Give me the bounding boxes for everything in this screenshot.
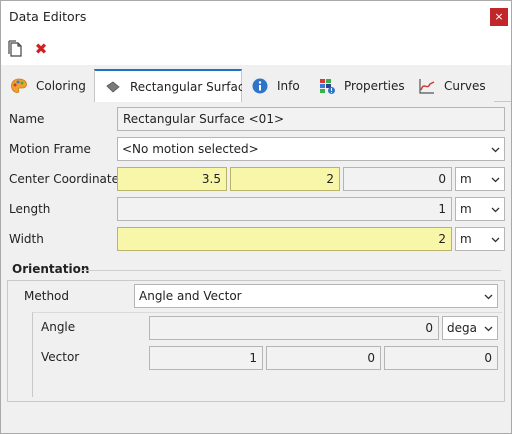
curves-icon (418, 77, 436, 95)
rectangular-surface-form: Name Rectangular Surface <01> Motion Fra… (1, 102, 511, 433)
chevron-down-icon (491, 177, 500, 183)
method-label: Method (24, 289, 70, 303)
data-editors-window: Data Editors × ✖ Coloring Rectangular Su… (0, 0, 512, 434)
tab-curves[interactable]: Curves (409, 69, 494, 102)
info-icon (251, 77, 269, 95)
motion-frame-label: Motion Frame (9, 142, 91, 156)
toolbar: ✖ (1, 33, 511, 65)
delete-icon[interactable]: ✖ (31, 39, 51, 59)
angle-unit-dropdown[interactable]: dega (442, 316, 498, 340)
tab-label: Rectangular Surface (130, 79, 252, 94)
angle-label: Angle (41, 320, 76, 334)
vector-y-field[interactable]: 0 (266, 346, 381, 370)
method-value: Angle and Vector (139, 289, 242, 303)
center-unit-value: m (460, 172, 472, 186)
name-field[interactable]: Rectangular Surface <01> (117, 107, 505, 131)
center-coordinates-label: Center Coordinates (9, 172, 126, 186)
window-title: Data Editors (9, 9, 87, 24)
tab-rectangular-surface[interactable]: Rectangular Surface (94, 69, 252, 103)
tab-label: Properties (344, 78, 405, 93)
center-unit-dropdown[interactable]: m (455, 167, 505, 191)
vector-label: Vector (41, 350, 80, 364)
chevron-down-icon (491, 207, 500, 213)
orientation-group-title: Orientation (12, 262, 90, 276)
name-label: Name (9, 112, 45, 126)
width-unit-value: m (460, 232, 472, 246)
tab-label: Info (277, 78, 300, 93)
center-x-field[interactable]: 3.5 (117, 167, 227, 191)
tab-label: Curves (444, 78, 486, 93)
angle-unit-value: dega (447, 321, 477, 335)
properties-icon (318, 77, 336, 95)
orientation-group: Method Angle and Vector Angle 0 dega Vec… (7, 280, 505, 402)
chevron-down-icon (484, 294, 493, 300)
chevron-down-icon (484, 326, 493, 332)
method-dropdown[interactable]: Angle and Vector (134, 284, 498, 308)
tab-bar: Coloring Rectangular Surface Info Proper… (1, 65, 511, 103)
chevron-down-icon (491, 237, 500, 243)
close-button[interactable]: × (490, 8, 508, 26)
width-unit-dropdown[interactable]: m (455, 227, 505, 251)
width-field[interactable]: 2 (117, 227, 452, 251)
tab-properties[interactable]: Properties (309, 69, 409, 102)
length-unit-value: m (460, 202, 472, 216)
title-bar: Data Editors × (1, 1, 511, 33)
copy-icon[interactable] (6, 39, 26, 59)
motion-frame-dropdown[interactable]: <No motion selected> (117, 137, 505, 161)
length-field[interactable]: 1 (117, 197, 452, 221)
tab-coloring[interactable]: Coloring (1, 69, 94, 102)
surface-icon (104, 78, 122, 96)
vector-z-field[interactable]: 0 (384, 346, 498, 370)
tab-info[interactable]: Info (242, 69, 309, 102)
center-y-field[interactable]: 2 (230, 167, 340, 191)
group-divider (81, 270, 501, 271)
palette-icon (10, 77, 28, 95)
length-label: Length (9, 202, 51, 216)
chevron-down-icon (491, 147, 500, 153)
center-z-field[interactable]: 0 (343, 167, 452, 191)
motion-frame-value: <No motion selected> (122, 142, 259, 156)
angle-field[interactable]: 0 (149, 316, 439, 340)
vector-x-field[interactable]: 1 (149, 346, 263, 370)
length-unit-dropdown[interactable]: m (455, 197, 505, 221)
tab-label: Coloring (36, 78, 86, 93)
angle-vector-subgroup: Angle 0 dega Vector 1 0 0 (32, 312, 502, 397)
width-label: Width (9, 232, 44, 246)
